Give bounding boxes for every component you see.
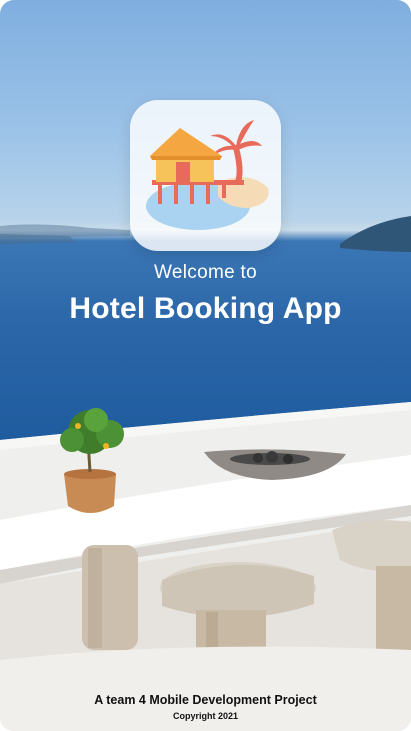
- footer-credit: A team 4 Mobile Development Project: [94, 693, 317, 707]
- copyright-text: Copyright 2021: [172, 711, 239, 721]
- splash-screen: Welcome to Hotel Booking App A team 4 Mo…: [0, 0, 411, 731]
- beach-hut-icon: [146, 120, 269, 230]
- welcome-text: Welcome to: [154, 262, 257, 283]
- app-title: Hotel Booking App: [69, 292, 342, 325]
- app-logo: [130, 100, 281, 251]
